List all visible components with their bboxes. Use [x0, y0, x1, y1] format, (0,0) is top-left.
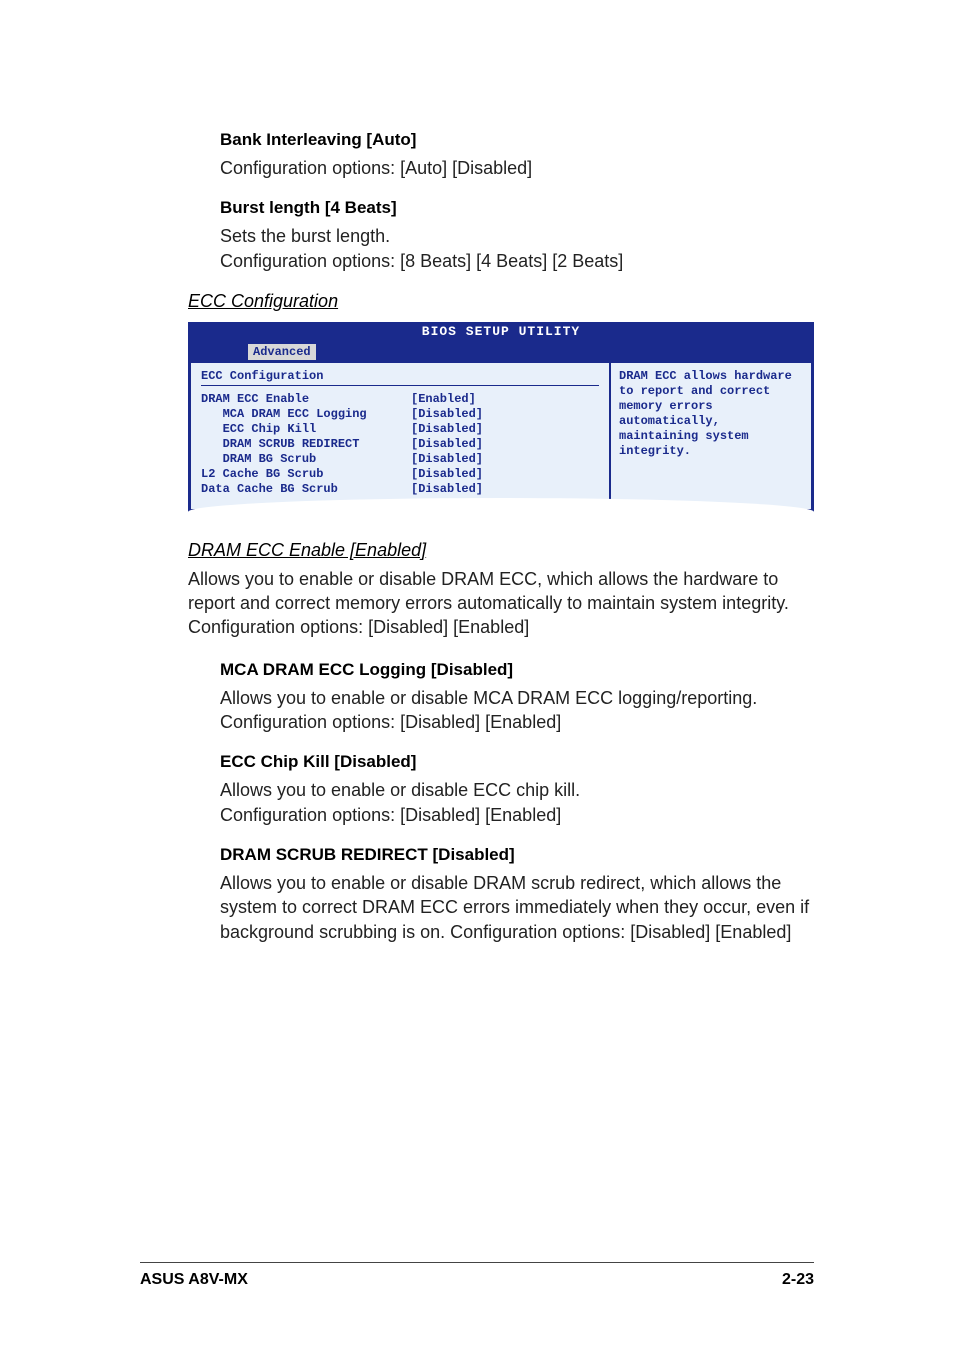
bios-screenshot: BIOS SETUP UTILITY Advanced ECC Configur… — [188, 322, 814, 512]
bios-help-panel: DRAM ECC allows hardware to report and c… — [611, 363, 811, 509]
bios-row-value: [Disabled] — [411, 407, 483, 422]
footer-page-number: 2-23 — [782, 1271, 814, 1289]
bios-title-bar: BIOS SETUP UTILITY — [188, 322, 814, 341]
bios-row-value: [Disabled] — [411, 437, 483, 452]
option-title-burst-length: Burst length [4 Beats] — [220, 198, 814, 218]
dram-ecc-enable-body: Allows you to enable or disable DRAM ECC… — [188, 567, 814, 640]
chip-kill-title: ECC Chip Kill [Disabled] — [220, 752, 814, 772]
bios-row-label: L2 Cache BG Scrub — [201, 467, 411, 482]
footer-product: ASUS A8V-MX — [140, 1271, 248, 1289]
chip-kill-line2: Configuration options: [Disabled] [Enabl… — [220, 805, 561, 825]
bios-tab-row: Advanced — [188, 341, 814, 363]
bios-row: DRAM BG Scrub [Disabled] — [201, 452, 599, 467]
bios-row-label: MCA DRAM ECC Logging — [201, 407, 411, 422]
bios-row: Data Cache BG Scrub [Disabled] — [201, 482, 599, 497]
chip-kill-body: Allows you to enable or disable ECC chip… — [220, 778, 814, 827]
page-footer: ASUS A8V-MX 2-23 — [140, 1262, 814, 1289]
bios-row-value: [Disabled] — [411, 467, 483, 482]
bios-row: L2 Cache BG Scrub [Disabled] — [201, 467, 599, 482]
bios-tab-advanced: Advanced — [248, 344, 316, 360]
bios-section-title: ECC Configuration — [201, 369, 599, 383]
bios-row-label: ECC Chip Kill — [201, 422, 411, 437]
bios-row-value: [Disabled] — [411, 422, 483, 437]
option-body-bank-interleaving: Configuration options: [Auto] [Disabled] — [220, 156, 814, 180]
bios-left-panel: ECC Configuration DRAM ECC Enable [Enabl… — [191, 363, 611, 509]
bios-row-value: [Disabled] — [411, 482, 483, 497]
bios-row-label: DRAM BG Scrub — [201, 452, 411, 467]
bios-row: DRAM ECC Enable [Enabled] — [201, 392, 599, 407]
ecc-config-heading: ECC Configuration — [188, 291, 814, 312]
burst-length-line1: Sets the burst length. — [220, 226, 390, 246]
option-title-bank-interleaving: Bank Interleaving [Auto] — [220, 130, 814, 150]
bios-row-label: DRAM ECC Enable — [201, 392, 411, 407]
mca-logging-line1: Allows you to enable or disable MCA DRAM… — [220, 688, 757, 708]
scrub-redirect-body: Allows you to enable or disable DRAM scr… — [220, 871, 814, 944]
bios-row-value: [Disabled] — [411, 452, 483, 467]
bios-row: MCA DRAM ECC Logging [Disabled] — [201, 407, 599, 422]
mca-logging-line2: Configuration options: [Disabled] [Enabl… — [220, 712, 561, 732]
mca-logging-body: Allows you to enable or disable MCA DRAM… — [220, 686, 814, 735]
burst-length-line2: Configuration options: [8 Beats] [4 Beat… — [220, 251, 623, 271]
dram-ecc-enable-title: DRAM ECC Enable [Enabled] — [188, 540, 814, 561]
scrub-redirect-title: DRAM SCRUB REDIRECT [Disabled] — [220, 845, 814, 865]
mca-logging-title: MCA DRAM ECC Logging [Disabled] — [220, 660, 814, 680]
bios-row: ECC Chip Kill [Disabled] — [201, 422, 599, 437]
option-body-burst-length: Sets the burst length. Configuration opt… — [220, 224, 814, 273]
bios-divider — [201, 385, 599, 386]
bios-row-value: [Enabled] — [411, 392, 476, 407]
bios-row-label: DRAM SCRUB REDIRECT — [201, 437, 411, 452]
bios-row: DRAM SCRUB REDIRECT [Disabled] — [201, 437, 599, 452]
bios-row-label: Data Cache BG Scrub — [201, 482, 411, 497]
chip-kill-line1: Allows you to enable or disable ECC chip… — [220, 780, 580, 800]
